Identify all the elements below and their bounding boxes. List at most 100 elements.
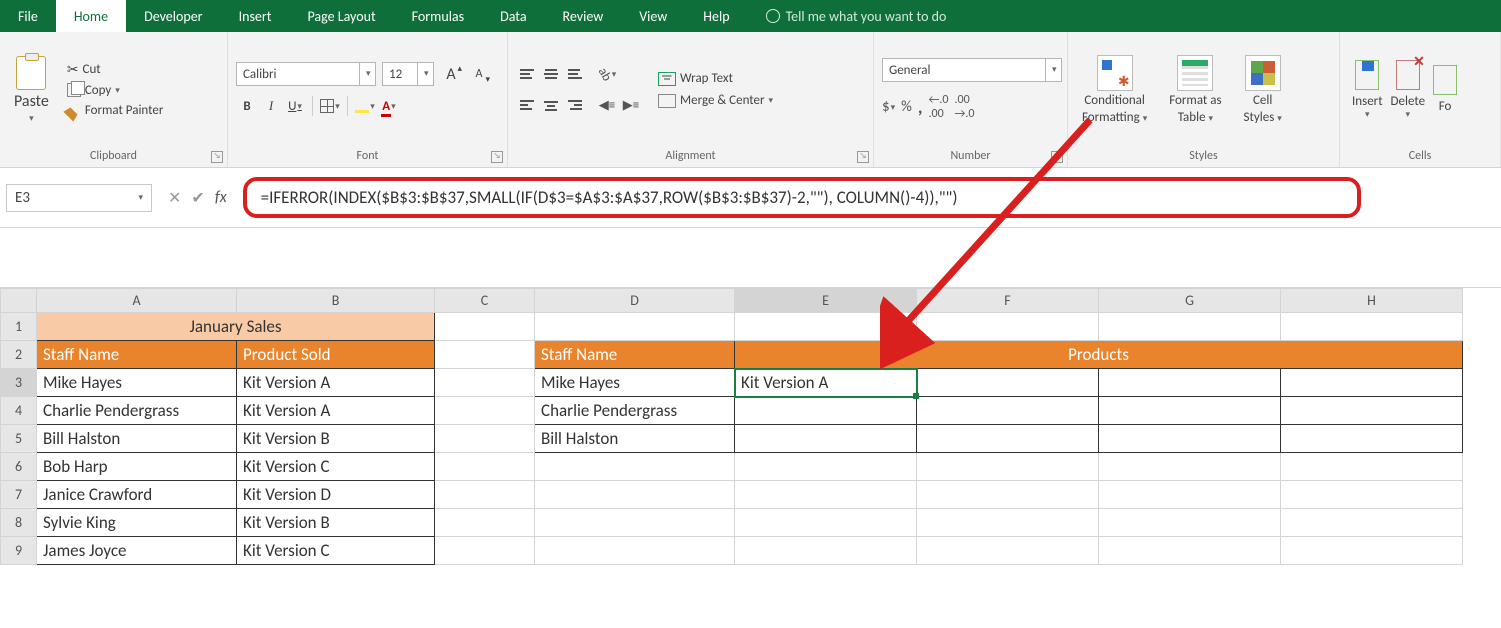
italic-button[interactable]: I: [260, 95, 282, 117]
cell[interactable]: Kit Version B: [237, 509, 435, 537]
tab-file[interactable]: File: [0, 0, 56, 32]
format-as-table-button[interactable]: Format as Table ▾: [1163, 53, 1227, 127]
cell[interactable]: [1281, 397, 1463, 425]
decrease-decimal-button[interactable]: .00→.0: [955, 93, 975, 121]
cell[interactable]: Mike Hayes: [535, 369, 735, 397]
cell[interactable]: James Joyce: [37, 537, 237, 565]
cell[interactable]: [1099, 369, 1281, 397]
decrease-indent-button[interactable]: ◀≡: [596, 94, 618, 116]
worksheet[interactable]: A B C D E F G H 1 January Sales 2 Staff …: [0, 288, 1501, 565]
bold-button[interactable]: B: [236, 95, 258, 117]
col-header[interactable]: E: [735, 289, 917, 313]
cell[interactable]: Janice Crawford: [37, 481, 237, 509]
align-top-button[interactable]: [516, 63, 538, 85]
number-format-combo[interactable]: General▾: [882, 58, 1062, 82]
cell[interactable]: Sylvie King: [37, 509, 237, 537]
chevron-down-icon[interactable]: ▾: [370, 101, 375, 112]
chevron-down-icon[interactable]: ▾: [335, 101, 340, 112]
align-right-button[interactable]: [564, 94, 586, 116]
cell[interactable]: Mike Hayes: [37, 369, 237, 397]
copy-button[interactable]: Copy ▾: [63, 81, 168, 100]
align-bottom-button[interactable]: [564, 63, 586, 85]
row-header[interactable]: 6: [1, 453, 37, 481]
cell[interactable]: [735, 397, 917, 425]
tab-home[interactable]: Home: [56, 0, 126, 32]
chevron-down-icon[interactable]: ▾: [138, 192, 143, 203]
decrease-font-button[interactable]: A▾: [468, 63, 490, 85]
cell[interactable]: Kit Version B: [237, 425, 435, 453]
cell[interactable]: January Sales: [37, 313, 435, 341]
dialog-launcher-icon[interactable]: ↘: [857, 151, 869, 163]
underline-button[interactable]: U▾: [284, 95, 306, 117]
align-middle-button[interactable]: [540, 63, 562, 85]
font-size-combo[interactable]: 12▾: [382, 62, 434, 86]
chevron-down-icon[interactable]: ▾: [359, 63, 375, 85]
row-header[interactable]: 2: [1, 341, 37, 369]
dialog-launcher-icon[interactable]: ↘: [1051, 151, 1063, 163]
cell[interactable]: Charlie Pendergrass: [535, 397, 735, 425]
tab-view[interactable]: View: [621, 0, 685, 32]
cell[interactable]: [1099, 425, 1281, 453]
font-name-combo[interactable]: Calibri▾: [236, 62, 376, 86]
cell[interactable]: [917, 397, 1099, 425]
row-header[interactable]: 7: [1, 481, 37, 509]
cell[interactable]: Kit Version C: [237, 537, 435, 565]
cell[interactable]: [1099, 397, 1281, 425]
orientation-button[interactable]: ab▾: [596, 63, 618, 85]
increase-decimal-button[interactable]: ←.0.00: [929, 93, 949, 121]
merge-center-button[interactable]: Merge & Center ▾: [654, 90, 777, 111]
row-header[interactable]: 4: [1, 397, 37, 425]
dialog-launcher-icon[interactable]: ↘: [491, 151, 503, 163]
chevron-down-icon[interactable]: ▾: [891, 102, 896, 113]
align-center-button[interactable]: [540, 94, 562, 116]
row-header[interactable]: 3: [1, 369, 37, 397]
cell[interactable]: Products: [735, 341, 1463, 369]
cell[interactable]: [917, 369, 1099, 397]
cell[interactable]: [1281, 425, 1463, 453]
cell[interactable]: Charlie Pendergrass: [37, 397, 237, 425]
dialog-launcher-icon[interactable]: ↘: [211, 151, 223, 163]
cell[interactable]: Kit Version A: [237, 397, 435, 425]
percent-button[interactable]: %: [901, 98, 912, 116]
row-header[interactable]: 8: [1, 509, 37, 537]
row-header[interactable]: 1: [1, 313, 37, 341]
cell[interactable]: Staff Name: [535, 341, 735, 369]
tab-review[interactable]: Review: [545, 0, 622, 32]
increase-font-button[interactable]: A▴: [440, 63, 462, 85]
wrap-text-button[interactable]: Wrap Text: [654, 68, 777, 89]
row-header[interactable]: 9: [1, 537, 37, 565]
name-box[interactable]: E3 ▾: [6, 184, 152, 212]
cell[interactable]: Bill Halston: [37, 425, 237, 453]
col-header[interactable]: G: [1099, 289, 1281, 313]
cell[interactable]: Bill Halston: [535, 425, 735, 453]
col-header[interactable]: F: [917, 289, 1099, 313]
cancel-formula-button[interactable]: ✕: [168, 188, 181, 208]
font-color-button[interactable]: A▾: [378, 95, 400, 117]
col-header[interactable]: C: [435, 289, 535, 313]
cut-button[interactable]: ✂Cut: [63, 59, 168, 80]
chevron-down-icon[interactable]: ▾: [769, 95, 774, 106]
tell-me-search[interactable]: Tell me what you want to do: [748, 0, 947, 32]
tab-help[interactable]: Help: [685, 0, 747, 32]
borders-button[interactable]: ▾: [319, 95, 341, 117]
cell-selected[interactable]: Kit Version A: [735, 369, 917, 397]
chevron-down-icon[interactable]: ▾: [1045, 59, 1061, 81]
grid[interactable]: A B C D E F G H 1 January Sales 2 Staff …: [0, 288, 1463, 565]
tab-insert[interactable]: Insert: [221, 0, 290, 32]
comma-button[interactable]: ,: [918, 96, 923, 118]
col-header[interactable]: A: [37, 289, 237, 313]
align-left-button[interactable]: [516, 94, 538, 116]
conditional-formatting-button[interactable]: Conditional Formatting ▾: [1076, 53, 1153, 127]
cell-styles-button[interactable]: Cell Styles ▾: [1238, 53, 1288, 127]
cell[interactable]: [735, 425, 917, 453]
chevron-down-icon[interactable]: ▾: [297, 101, 302, 112]
col-header[interactable]: H: [1281, 289, 1463, 313]
tab-formulas[interactable]: Formulas: [394, 0, 482, 32]
cell[interactable]: [1281, 369, 1463, 397]
cell[interactable]: Bob Harp: [37, 453, 237, 481]
cell[interactable]: Kit Version C: [237, 453, 435, 481]
chevron-down-icon[interactable]: ▾: [115, 85, 120, 96]
cell[interactable]: Kit Version A: [237, 369, 435, 397]
enter-formula-button[interactable]: ✔: [191, 188, 204, 208]
col-header[interactable]: D: [535, 289, 735, 313]
